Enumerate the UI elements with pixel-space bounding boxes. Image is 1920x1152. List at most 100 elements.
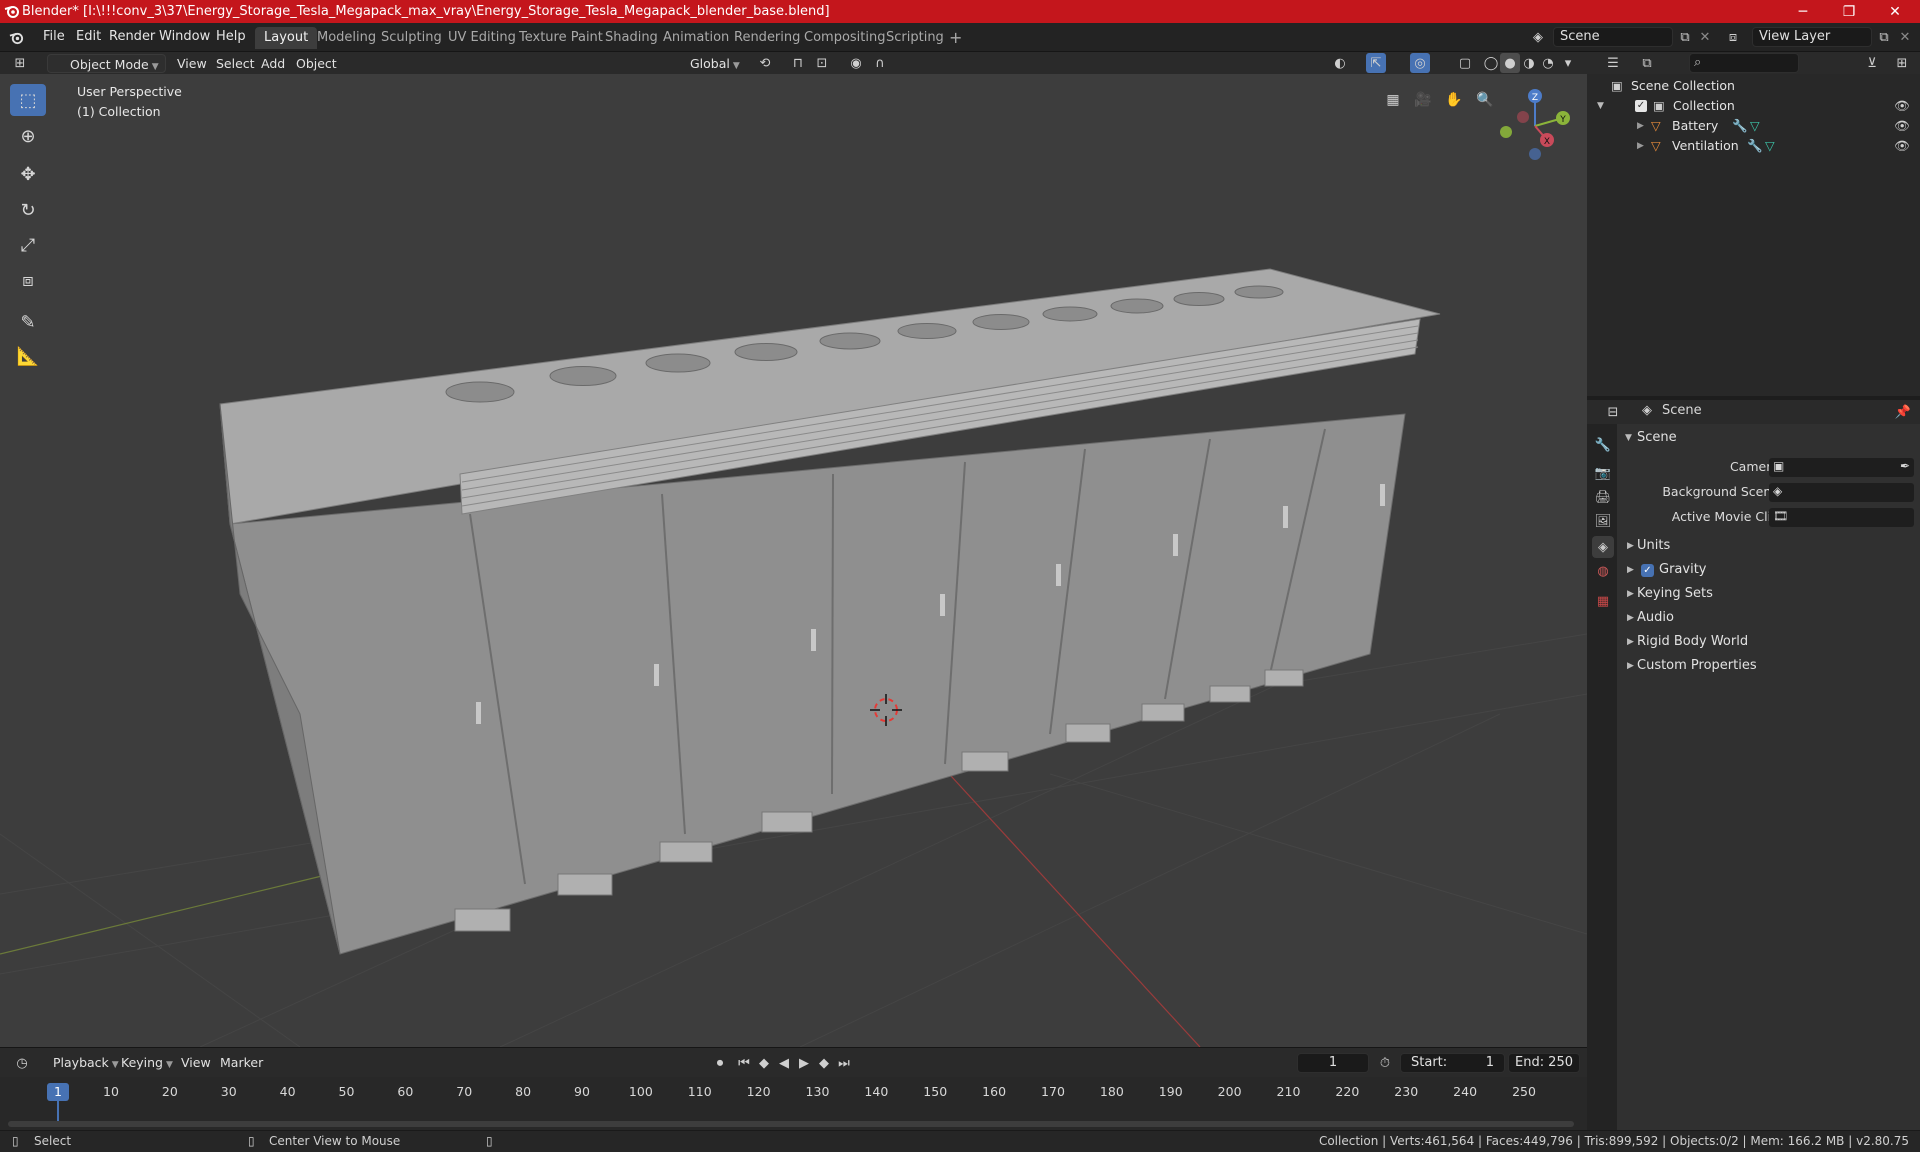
- play-icon[interactable]: ▶: [794, 1053, 814, 1073]
- 3d-viewport[interactable]: ⬚ ⊕ ✥ ↻ ⤢ ⧈ ✎ 📐 User Perspective (1) Col…: [0, 74, 1587, 1047]
- outliner-search-input[interactable]: ⌕: [1689, 53, 1799, 73]
- menu-marker[interactable]: Marker: [214, 1053, 269, 1072]
- camera-field[interactable]: ▣ ✒: [1769, 458, 1914, 477]
- render-tab-icon[interactable]: 📷: [1592, 462, 1614, 484]
- expand-arrow-icon[interactable]: ▶: [1637, 116, 1644, 136]
- preview-range-icon[interactable]: ⏱: [1375, 1053, 1395, 1073]
- gravity-checkbox[interactable]: ✓: [1641, 564, 1654, 577]
- timeline-editor-type-icon[interactable]: ◷: [12, 1053, 32, 1073]
- scale-tool-icon[interactable]: ⤢: [10, 229, 46, 261]
- menu-keying[interactable]: Keying ▼: [115, 1053, 179, 1072]
- delete-view-layer-icon[interactable]: ✕: [1895, 27, 1915, 47]
- jump-end-icon[interactable]: ⏭: [834, 1053, 854, 1073]
- rotate-tool-icon[interactable]: ↻: [10, 194, 46, 226]
- prev-keyframe-icon[interactable]: ◆: [754, 1053, 774, 1073]
- end-frame-field[interactable]: End: 250: [1508, 1053, 1580, 1073]
- blender-menu-icon[interactable]: [6, 27, 26, 47]
- navigation-gizmo[interactable]: Z Y X: [1490, 84, 1580, 164]
- eyedropper-icon[interactable]: ✒: [1900, 459, 1910, 473]
- custom-properties-panel-header[interactable]: ▶ Custom Properties: [1617, 655, 1920, 677]
- record-icon[interactable]: ⏺: [710, 1053, 730, 1073]
- menu-select[interactable]: Select: [210, 54, 261, 73]
- properties-editor-type-icon[interactable]: ⊟: [1603, 402, 1623, 422]
- menu-object[interactable]: Object: [290, 54, 343, 73]
- transform-orientation-selector[interactable]: Global ▼: [670, 54, 746, 73]
- modifier-wrench-icon[interactable]: 🔧: [1747, 136, 1763, 156]
- expand-arrow-icon[interactable]: ▼: [1597, 96, 1604, 116]
- keying-sets-panel-header[interactable]: ▶ Keying Sets: [1617, 583, 1920, 605]
- timeline-scrollbar[interactable]: [8, 1121, 1574, 1127]
- annotate-tool-icon[interactable]: ✎: [10, 306, 46, 338]
- active-movie-clip-field[interactable]: 🎞: [1769, 508, 1914, 527]
- menu-edit[interactable]: Edit: [70, 27, 107, 47]
- playhead-frame-indicator[interactable]: 1: [47, 1083, 69, 1101]
- play-reverse-icon[interactable]: ◀: [774, 1053, 794, 1073]
- next-keyframe-icon[interactable]: ◆: [814, 1053, 834, 1073]
- audio-panel-header[interactable]: ▶ Audio: [1617, 607, 1920, 629]
- minimize-button[interactable]: ─: [1780, 0, 1826, 23]
- scene-browse-icon[interactable]: ◈: [1528, 27, 1548, 47]
- collection-checkbox[interactable]: ✓: [1635, 100, 1647, 112]
- scene-panel-header[interactable]: ▼ Scene: [1617, 427, 1920, 449]
- collection-visibility-eye-icon[interactable]: 👁: [1894, 96, 1910, 116]
- view-layer-tab-icon[interactable]: 🖼: [1592, 510, 1614, 532]
- new-scene-icon[interactable]: ⧉: [1675, 27, 1695, 47]
- scene-selector[interactable]: Scene: [1553, 27, 1673, 47]
- overlay-toggle-icon[interactable]: ◎: [1410, 53, 1430, 73]
- expand-arrow-icon[interactable]: ▶: [1637, 136, 1644, 156]
- measure-tool-icon[interactable]: 📐: [10, 340, 46, 372]
- battery-visibility-eye-icon[interactable]: 👁: [1894, 116, 1910, 136]
- scene-tab-icon[interactable]: ◈: [1592, 536, 1614, 558]
- view-layer-browse-icon[interactable]: ⧈: [1723, 27, 1743, 47]
- wireframe-shading-icon[interactable]: ◯: [1481, 53, 1501, 73]
- mode-selector[interactable]: Object Mode ▼: [47, 54, 166, 73]
- gravity-panel-header[interactable]: ▶ ✓ Gravity: [1617, 559, 1920, 581]
- toggle-ortho-icon[interactable]: ▦: [1380, 87, 1406, 113]
- modifier-wrench-icon[interactable]: 🔧: [1732, 116, 1748, 136]
- menu-view[interactable]: View: [171, 54, 213, 73]
- texture-tab-icon[interactable]: ▦: [1592, 590, 1614, 612]
- visibility-icon[interactable]: ◐: [1330, 53, 1350, 73]
- menu-add[interactable]: Add: [255, 54, 291, 73]
- xray-icon[interactable]: ▢: [1455, 53, 1475, 73]
- mesh-data-icon[interactable]: ▽: [1750, 116, 1760, 136]
- pan-view-icon[interactable]: ✋: [1441, 87, 1467, 113]
- filter-icon[interactable]: ⊻: [1862, 53, 1882, 73]
- material-shading-icon[interactable]: ◑: [1519, 53, 1539, 73]
- background-scene-field[interactable]: ◈: [1769, 483, 1914, 502]
- tool-tab-icon[interactable]: 🔧: [1592, 434, 1614, 456]
- menu-help[interactable]: Help: [210, 27, 252, 47]
- units-panel-header[interactable]: ▶ Units: [1617, 535, 1920, 557]
- cursor-tool-icon[interactable]: ⊕: [10, 120, 46, 152]
- pin-icon[interactable]: 📌: [1893, 402, 1913, 422]
- new-view-layer-icon[interactable]: ⧉: [1874, 27, 1894, 47]
- select-box-tool-icon[interactable]: ⬚: [10, 84, 46, 116]
- snap-target-icon[interactable]: ⊡: [812, 53, 832, 73]
- editor-type-icon[interactable]: ⊞: [10, 53, 30, 73]
- solid-shading-icon[interactable]: ●: [1500, 53, 1520, 73]
- pivot-point-icon[interactable]: ⟲: [755, 53, 775, 73]
- outliner-row-battery[interactable]: ▶ ▽ Battery 🔧 ▽ 👁: [1587, 116, 1920, 136]
- menu-file[interactable]: File: [37, 27, 71, 47]
- menu-timeline-view[interactable]: View: [175, 1053, 217, 1072]
- outliner-editor-type-icon[interactable]: ☰: [1603, 53, 1623, 73]
- current-frame-field[interactable]: 1: [1297, 1053, 1369, 1073]
- timeline-body[interactable]: 10 20 30 40 50 60 70 80 90 100 110 120 130 140 150 160 1…: [0, 1077, 1587, 1130]
- menu-playback[interactable]: Playback ▼: [47, 1053, 125, 1072]
- move-tool-icon[interactable]: ✥: [10, 158, 46, 190]
- maximize-button[interactable]: ❐: [1826, 0, 1872, 23]
- outliner-row-scene-collection[interactable]: ▣ Scene Collection: [1587, 76, 1920, 96]
- delete-scene-icon[interactable]: ✕: [1695, 27, 1715, 47]
- transform-tool-icon[interactable]: ⧈: [10, 264, 46, 296]
- shading-options-icon[interactable]: ▾: [1558, 53, 1578, 73]
- add-workspace-button[interactable]: +: [940, 27, 971, 49]
- outliner-row-collection[interactable]: ▼ ✓ ▣ Collection 👁: [1587, 96, 1920, 116]
- outliner-row-ventilation[interactable]: ▶ ▽ Ventilation 🔧 ▽ 👁: [1587, 136, 1920, 156]
- view-layer-selector[interactable]: View Layer: [1752, 27, 1872, 47]
- proportional-edit-icon[interactable]: ◉: [846, 53, 866, 73]
- mesh-data-icon[interactable]: ▽: [1765, 136, 1775, 156]
- world-tab-icon[interactable]: ◍: [1592, 560, 1614, 582]
- rigid-body-world-panel-header[interactable]: ▶ Rigid Body World: [1617, 631, 1920, 653]
- rendered-shading-icon[interactable]: ◔: [1538, 53, 1558, 73]
- start-frame-field[interactable]: Start: 1: [1400, 1053, 1505, 1073]
